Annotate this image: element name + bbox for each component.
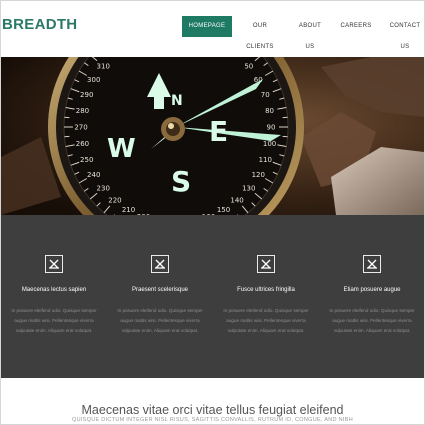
nav-about-us-line-2: US [305,44,315,50]
compass-degree-label: 100 [263,140,276,148]
feature-item: Maecenas lectus sapien In posuere eleife… [1,255,107,336]
compass-degree-label: 300 [87,76,100,84]
compass-degree-label: 270 [74,124,87,132]
compass-illustration: 0102030405060708090100110120130140150160… [1,57,424,215]
features-band: Maecenas lectus sapien In posuere eleife… [1,215,424,378]
feature-item: Etiam posuere augue In posuere eleifend … [319,255,424,336]
compass-degree-label: 220 [108,196,121,204]
tool-icon [257,255,275,273]
section-headline: Maecenas vitae orci vitae tellus feugiat… [81,403,344,417]
compass-degree-label: 70 [261,91,270,99]
tool-icon [363,255,381,273]
nav-our-clients-line-2: CLIENTS [246,44,274,50]
feature-text: In posuere eleifend odio. Quisque semper… [223,308,309,333]
compass-degree-label: 150 [217,206,230,214]
compass-degree-label: 210 [122,206,135,214]
compass-degree-label: 130 [242,185,255,193]
compass-letter-north: N [171,93,183,109]
nav-homepage[interactable]: HOMEPAGE [182,16,232,37]
nav-contact-us-line-1: CONTACT [389,23,421,29]
tool-icon [151,255,169,273]
compass-degree-label: 310 [97,62,110,70]
nav-our-clients-line-1: OUR [252,23,268,29]
feature-text: In posuere eleifend odio. Quisque semper… [329,308,415,333]
site-logo[interactable]: BREADTH [2,16,77,33]
compass-degree-label: 230 [97,185,110,193]
compass-letter-south: S [171,165,191,198]
compass-degree-label: 280 [76,107,89,115]
compass-north-arrow [154,95,164,109]
compass-degree-label: 50 [244,62,253,70]
feature-title: Praesent scelerisque [131,287,189,293]
nav-about-us-line-1: ABOUT [298,23,322,29]
section-subheadline: QUISQUE DICTUM INTEGER NISL RISUS, SAGIT… [72,417,353,423]
compass-degree-label: 140 [230,196,243,204]
compass-letter-east: E [209,115,228,148]
feature-text: In posuere eleifend odio. Quisque semper… [117,308,203,333]
compass-degree-label: 80 [265,107,274,115]
feature-title: Maecenas lectus sapien [21,287,87,293]
feature-item: Praesent scelerisque In posuere eleifend… [107,255,213,336]
nav-careers[interactable]: CAREERS [336,16,376,37]
compass-degree-label: 90 [267,124,276,132]
page-frame: BREADTH HOMEPAGE OUR CLIENTS ABOUT US CA… [0,0,425,425]
nav-contact-us-line-2: US [400,44,410,50]
compass-degree-label: 320 [108,57,121,59]
feature-title: Fusce ultrices fringilla [237,287,295,293]
feature-item: Fusce ultrices fringilla In posuere elei… [213,255,319,336]
compass-degree-label: 260 [76,140,89,148]
tool-icon [45,255,63,273]
compass-degree-label: 120 [252,171,265,179]
hero-banner: 0102030405060708090100110120130140150160… [1,57,424,215]
compass-degree-label: 240 [87,171,100,179]
compass-pivot [168,123,174,129]
feature-title: Etiam posuere augue [343,287,401,293]
compass-letter-west: W [107,134,136,164]
feature-text: In posuere eleifend odio. Quisque semper… [11,308,97,333]
compass-degree-label: 290 [80,91,93,99]
compass-degree-label: 110 [259,156,272,164]
compass: 0102030405060708090100110120130140150160… [48,57,304,215]
site-header: BREADTH HOMEPAGE OUR CLIENTS ABOUT US CA… [1,1,424,57]
compass-degree-label: 40 [233,57,242,59]
compass-degree-label: 250 [80,156,93,164]
